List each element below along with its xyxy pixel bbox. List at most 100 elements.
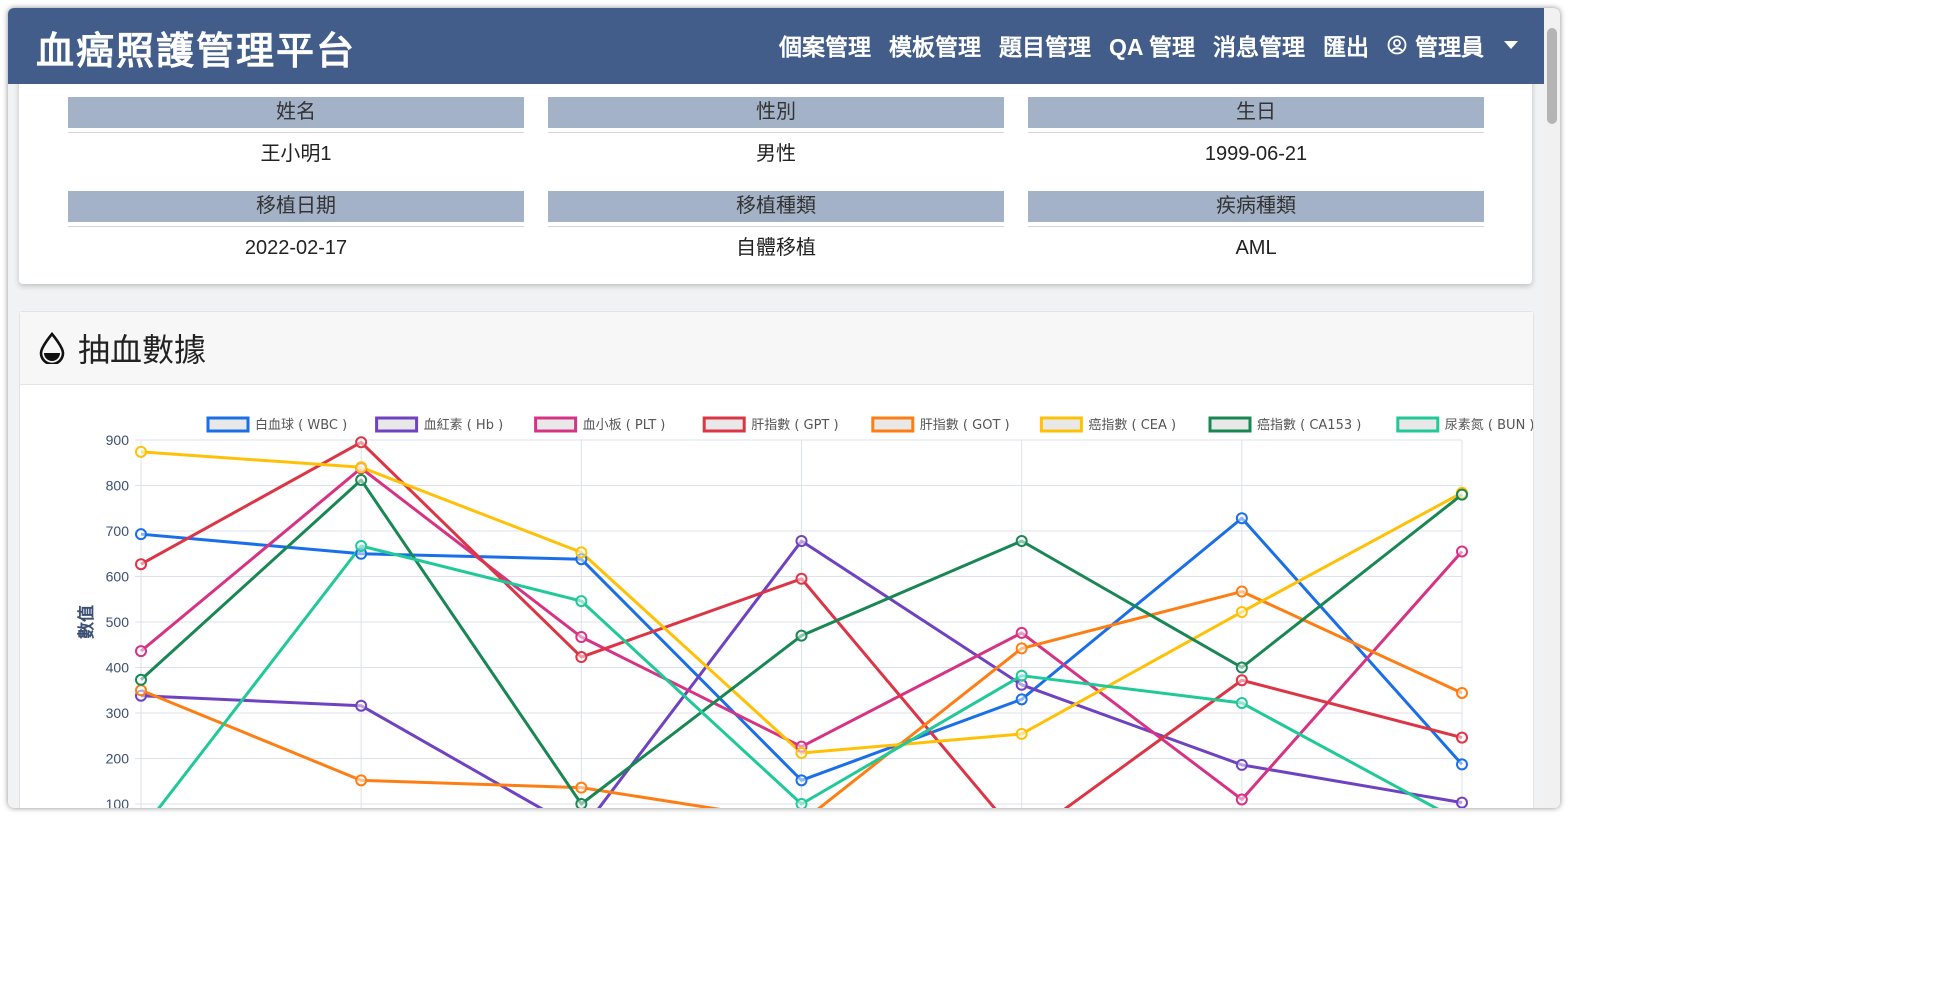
y-tick-label: 600 — [106, 569, 130, 585]
data-point — [135, 445, 147, 458]
data-point — [1235, 512, 1248, 525]
data-point — [795, 572, 808, 585]
patient-info-card: 姓名 王小明1 性別 男性 生日 1999-06-21 移植日期 2022-02… — [19, 68, 1532, 284]
y-tick-label: 400 — [106, 660, 130, 676]
data-point — [135, 673, 147, 686]
y-tick-label: 100 — [106, 796, 130, 808]
legend-label: 血小板 ( PLT ) — [583, 418, 666, 433]
data-point — [1015, 642, 1028, 655]
info-label: 性別 — [548, 97, 1004, 132]
legend-swatch — [1396, 416, 1440, 433]
legend-swatch — [206, 416, 250, 433]
legend-swatch — [1208, 416, 1252, 433]
data-point — [135, 558, 147, 571]
nav-export[interactable]: 匯出 — [1323, 28, 1369, 62]
data-point — [1456, 731, 1468, 744]
data-point — [795, 629, 808, 642]
data-point — [795, 798, 808, 808]
navbar: 血癌照護管理平台 個案管理 模板管理 題目管理 QA 管理 消息管理 匯出 管理… — [8, 8, 1560, 84]
data-point — [575, 798, 588, 808]
nav-question-management[interactable]: 題目管理 — [999, 28, 1091, 62]
data-point — [1456, 488, 1468, 501]
info-field-transplant-date: 移植日期 2022-02-17 — [68, 191, 524, 267]
info-row: 移植日期 2022-02-17 移植種類 自體移植 疾病種類 AML — [68, 191, 1484, 267]
data-point — [575, 631, 588, 644]
nav-qa-management[interactable]: QA 管理 — [1109, 28, 1195, 62]
legend-label: 尿素氮 ( BUN ) — [1445, 418, 1533, 433]
data-point — [575, 595, 588, 608]
info-value: 男性 — [548, 132, 1004, 173]
data-point — [1235, 758, 1248, 771]
legend-label: 血紅素 ( Hb ) — [424, 418, 504, 433]
data-point — [1015, 626, 1028, 639]
info-value: 1999-06-21 — [1028, 132, 1484, 173]
data-point — [1015, 669, 1028, 682]
info-label: 移植日期 — [68, 191, 524, 226]
data-point — [1456, 796, 1468, 808]
info-row: 姓名 王小明1 性別 男性 生日 1999-06-21 — [68, 97, 1484, 173]
info-label: 疾病種類 — [1028, 191, 1484, 226]
y-tick-label: 500 — [106, 614, 130, 630]
data-point — [135, 645, 147, 658]
nav-news-management[interactable]: 消息管理 — [1213, 28, 1305, 62]
legend-swatch — [702, 416, 746, 433]
legend-label: 肝指數 ( GPT ) — [751, 418, 838, 433]
scrollbar-thumb[interactable] — [1547, 28, 1557, 124]
nav-menu: 個案管理 模板管理 題目管理 QA 管理 消息管理 匯出 管理員 — [779, 28, 1518, 62]
y-tick-label: 200 — [106, 751, 130, 767]
info-label: 姓名 — [68, 97, 524, 132]
y-tick-label: 900 — [106, 432, 130, 448]
legend-label: 白血球 ( WBC ) — [255, 417, 347, 433]
data-point — [1235, 793, 1248, 806]
info-value: 2022-02-17 — [68, 226, 524, 267]
nav-case-management[interactable]: 個案管理 — [779, 28, 871, 62]
data-point — [795, 535, 808, 548]
y-tick-label: 800 — [106, 478, 130, 494]
data-point — [355, 474, 368, 487]
data-point — [355, 774, 368, 787]
data-point — [1235, 696, 1248, 709]
blood-line-chart: 900 800 700 600 500 400 300 200 100 數值 白血球 ( WBC )… — [76, 416, 1533, 808]
data-point — [355, 461, 368, 474]
patient-info-grid: 姓名 王小明1 性別 男性 生日 1999-06-21 移植日期 2022-02… — [68, 97, 1484, 285]
legend-swatch — [1039, 416, 1083, 433]
data-point — [1235, 605, 1248, 618]
info-value: 自體移植 — [548, 226, 1004, 267]
data-point — [355, 436, 368, 449]
nav-template-management[interactable]: 模板管理 — [889, 28, 981, 62]
data-point — [1235, 674, 1248, 687]
legend-label: 肝指數 ( GOT ) — [920, 418, 1010, 433]
data-point — [795, 774, 808, 787]
legend-swatch — [534, 416, 578, 433]
info-label: 移植種類 — [548, 191, 1004, 226]
chevron-down-icon — [1504, 41, 1518, 49]
data-point — [1015, 535, 1028, 548]
info-label: 生日 — [1028, 97, 1484, 132]
data-point — [135, 684, 147, 697]
data-point — [1456, 758, 1468, 771]
data-point — [1015, 727, 1028, 740]
data-point — [795, 747, 808, 760]
scrollbar[interactable] — [1544, 8, 1560, 808]
blood-data-card: 抽血數據 900 800 700 600 500 400 300 200 100 數值 白血球 ( … — [19, 311, 1534, 808]
user-name: 管理員 — [1415, 34, 1484, 60]
data-point — [1015, 693, 1028, 706]
legend-label: 癌指數 ( CEA ) — [1088, 417, 1176, 433]
data-point — [135, 528, 147, 541]
data-point — [575, 781, 588, 794]
user-circle-icon — [1387, 35, 1407, 55]
data-point — [355, 699, 368, 712]
user-menu[interactable]: 管理員 — [1387, 28, 1518, 62]
browser-frame: 血癌照護管理平台 個案管理 模板管理 題目管理 QA 管理 消息管理 匯出 管理… — [8, 8, 1560, 808]
legend-label: 癌指數 ( CA153 ) — [1257, 417, 1361, 433]
data-point — [1456, 545, 1468, 558]
data-point — [1456, 686, 1468, 699]
data-point — [1235, 585, 1248, 598]
legend-swatch — [871, 416, 915, 433]
info-field-transplant-type: 移植種類 自體移植 — [548, 191, 1004, 267]
y-axis-label: 數值 — [76, 605, 97, 639]
data-point — [575, 546, 588, 559]
data-point — [355, 540, 368, 553]
info-field-birthday: 生日 1999-06-21 — [1028, 97, 1484, 173]
brand-title[interactable]: 血癌照護管理平台 — [36, 20, 356, 75]
